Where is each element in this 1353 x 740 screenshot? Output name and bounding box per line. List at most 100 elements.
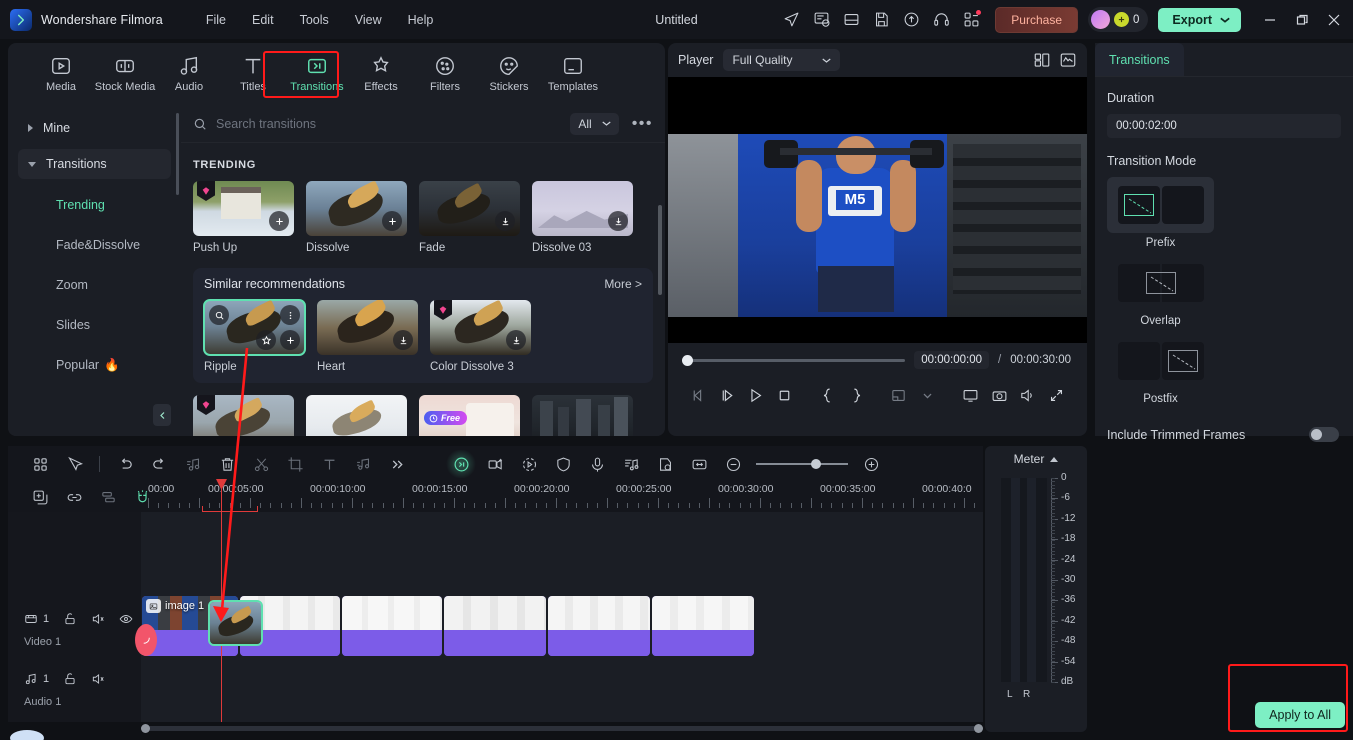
duration-input[interactable]: 00:00:02:00	[1107, 114, 1341, 138]
purchase-button[interactable]: Purchase	[995, 6, 1078, 33]
subcategory-zoom[interactable]: Zoom	[18, 265, 171, 305]
scrubber-knob[interactable]	[682, 354, 693, 366]
download-icon[interactable]	[393, 330, 413, 350]
fullscreen-icon[interactable]	[1042, 381, 1071, 409]
add-to-timeline-icon[interactable]	[280, 330, 300, 350]
transition-tile-ripple[interactable]: Ripple	[203, 299, 306, 373]
quality-dropdown[interactable]: Full Quality	[723, 49, 841, 71]
fit-icon[interactable]	[683, 450, 715, 478]
ribbon-item-stickers[interactable]: Stickers	[478, 51, 540, 97]
ribbon-item-media[interactable]: Media	[30, 51, 92, 97]
apply-to-all-button[interactable]: Apply to All	[1255, 702, 1345, 728]
chevron-down-icon[interactable]	[913, 381, 942, 409]
menu-help[interactable]: Help	[397, 9, 445, 31]
speed-icon[interactable]	[513, 450, 545, 478]
timeline-clip[interactable]	[652, 596, 754, 656]
menu-tools[interactable]: Tools	[289, 9, 340, 31]
results-scrollbar[interactable]	[658, 205, 662, 295]
link-icon[interactable]	[58, 483, 90, 511]
timeline-ruler[interactable]: 00:00 00:00:05:00 00:00:10:00 00:00:15:0…	[141, 482, 983, 512]
snapshot-icon[interactable]	[985, 381, 1014, 409]
preview-icon[interactable]	[209, 305, 229, 325]
transition-tile-dissolve[interactable]: Dissolve	[306, 181, 407, 254]
delete-icon[interactable]	[211, 450, 243, 478]
redo-icon[interactable]	[143, 450, 175, 478]
undo-icon[interactable]	[109, 450, 141, 478]
include-trimmed-frames-toggle[interactable]	[1309, 427, 1339, 442]
current-timecode[interactable]: 00:00:00:00	[914, 351, 990, 369]
favorite-star-icon[interactable]	[256, 330, 276, 350]
tile-thumbnail[interactable]	[193, 181, 294, 236]
transition-tile-extra-3[interactable]: Free	[419, 395, 520, 436]
mode-thumb[interactable]	[1107, 177, 1214, 233]
close-icon[interactable]	[1319, 5, 1349, 35]
save-icon[interactable]	[867, 6, 895, 34]
split-icon[interactable]	[245, 450, 277, 478]
clip-fade-handle[interactable]	[135, 624, 157, 656]
lock-icon[interactable]	[63, 612, 77, 626]
select-tool-icon[interactable]	[58, 450, 90, 478]
timeline-clip[interactable]	[444, 596, 546, 656]
zoom-out-icon[interactable]	[717, 450, 749, 478]
download-icon[interactable]	[506, 330, 526, 350]
transition-tile-heart[interactable]: Heart	[317, 300, 418, 373]
beat-detect-icon[interactable]	[615, 450, 647, 478]
mute-icon[interactable]	[91, 612, 105, 626]
eye-icon[interactable]	[119, 612, 133, 626]
audio-mix-icon[interactable]	[347, 450, 379, 478]
subcategory-popular[interactable]: Popular 🔥	[18, 345, 171, 385]
stop-icon[interactable]	[770, 381, 799, 409]
scrollbar-track[interactable]	[141, 726, 983, 731]
transition-tile-extra-2[interactable]	[306, 395, 407, 436]
search-input[interactable]	[216, 116, 562, 131]
zoom-slider-knob[interactable]	[811, 459, 821, 469]
export-button[interactable]: Export	[1158, 7, 1241, 32]
lock-icon[interactable]	[63, 672, 77, 686]
zoom-in-icon[interactable]	[855, 450, 887, 478]
tile-thumbnail[interactable]	[532, 181, 633, 236]
transition-icon[interactable]	[445, 450, 477, 478]
transition-tile-extra-4[interactable]	[532, 395, 633, 436]
headset-icon[interactable]	[927, 6, 955, 34]
transition-tile-color-dissolve-3[interactable]: Color Dissolve 3	[430, 300, 531, 373]
mode-thumb[interactable]	[1107, 255, 1214, 311]
menu-view[interactable]: View	[344, 9, 393, 31]
keyframe-icon[interactable]	[479, 450, 511, 478]
video-preview[interactable]: M5	[668, 77, 1087, 343]
marker-icon[interactable]	[649, 450, 681, 478]
add-track-icon[interactable]	[24, 483, 56, 511]
mark-out-icon[interactable]	[842, 381, 871, 409]
menu-file[interactable]: File	[195, 9, 237, 31]
text-icon[interactable]	[313, 450, 345, 478]
ribbon-item-templates[interactable]: Templates	[542, 51, 604, 97]
category-transitions[interactable]: Transitions	[18, 149, 171, 179]
filter-dropdown[interactable]: All	[570, 112, 619, 135]
timeline-clip[interactable]	[548, 596, 650, 656]
export-frame-icon[interactable]	[885, 381, 914, 409]
transition-tile-extra-1[interactable]	[193, 395, 294, 436]
tab-transitions[interactable]: Transitions	[1095, 43, 1184, 76]
timeline-horizontal-scrollbar[interactable]	[141, 724, 983, 733]
ribbon-item-transitions[interactable]: Transitions	[286, 51, 348, 97]
split-view-icon[interactable]	[1033, 51, 1051, 69]
add-to-timeline-icon[interactable]	[269, 211, 289, 231]
play-icon[interactable]	[742, 381, 771, 409]
screen-icon[interactable]	[956, 381, 985, 409]
category-scrollbar[interactable]	[176, 113, 179, 195]
tile-menu-icon[interactable]	[280, 305, 300, 325]
mode-option-prefix[interactable]: Prefix	[1107, 177, 1341, 249]
cloud-upload-icon[interactable]	[897, 6, 925, 34]
grid-icon[interactable]	[24, 450, 56, 478]
mode-thumb[interactable]	[1107, 333, 1214, 389]
similar-more-link[interactable]: More >	[604, 277, 642, 291]
scrollbar-handle-right[interactable]	[974, 724, 983, 733]
menu-edit[interactable]: Edit	[241, 9, 285, 31]
ribbon-item-filters[interactable]: Filters	[414, 51, 476, 97]
transition-tile-push-up[interactable]: Push Up	[193, 181, 294, 254]
add-to-timeline-icon[interactable]	[382, 211, 402, 231]
transition-tile-fade[interactable]: Fade	[419, 181, 520, 254]
apps-grid-icon[interactable]	[957, 6, 985, 34]
layout-icon[interactable]	[837, 6, 865, 34]
maximize-icon[interactable]	[1287, 5, 1317, 35]
tile-thumbnail[interactable]	[203, 299, 306, 356]
